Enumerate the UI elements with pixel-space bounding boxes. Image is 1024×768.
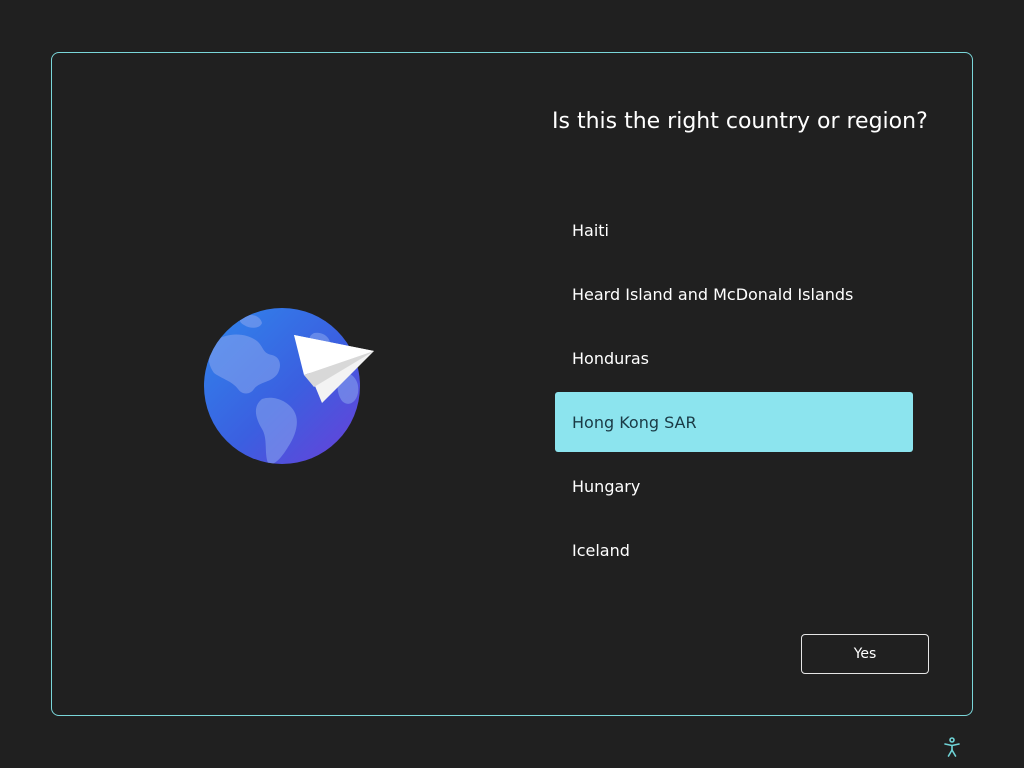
yes-button[interactable]: Yes — [801, 634, 929, 674]
country-option-hungary[interactable]: Hungary — [555, 456, 913, 516]
region-dialog: Is this the right country or region? Hai… — [51, 52, 973, 716]
country-option-hong-kong-sar[interactable]: Hong Kong SAR — [555, 392, 913, 452]
dialog-title: Is this the right country or region? — [552, 109, 928, 134]
country-option-heard-island[interactable]: Heard Island and McDonald Islands — [555, 264, 913, 324]
oobe-screen: Is this the right country or region? Hai… — [0, 0, 1024, 768]
globe-paper-plane-icon — [204, 308, 374, 464]
accessibility-icon[interactable] — [941, 736, 963, 758]
country-option-haiti[interactable]: Haiti — [555, 200, 913, 260]
country-list[interactable]: Haiti Heard Island and McDonald Islands … — [555, 200, 913, 584]
country-option-honduras[interactable]: Honduras — [555, 328, 913, 388]
country-option-iceland[interactable]: Iceland — [555, 520, 913, 580]
